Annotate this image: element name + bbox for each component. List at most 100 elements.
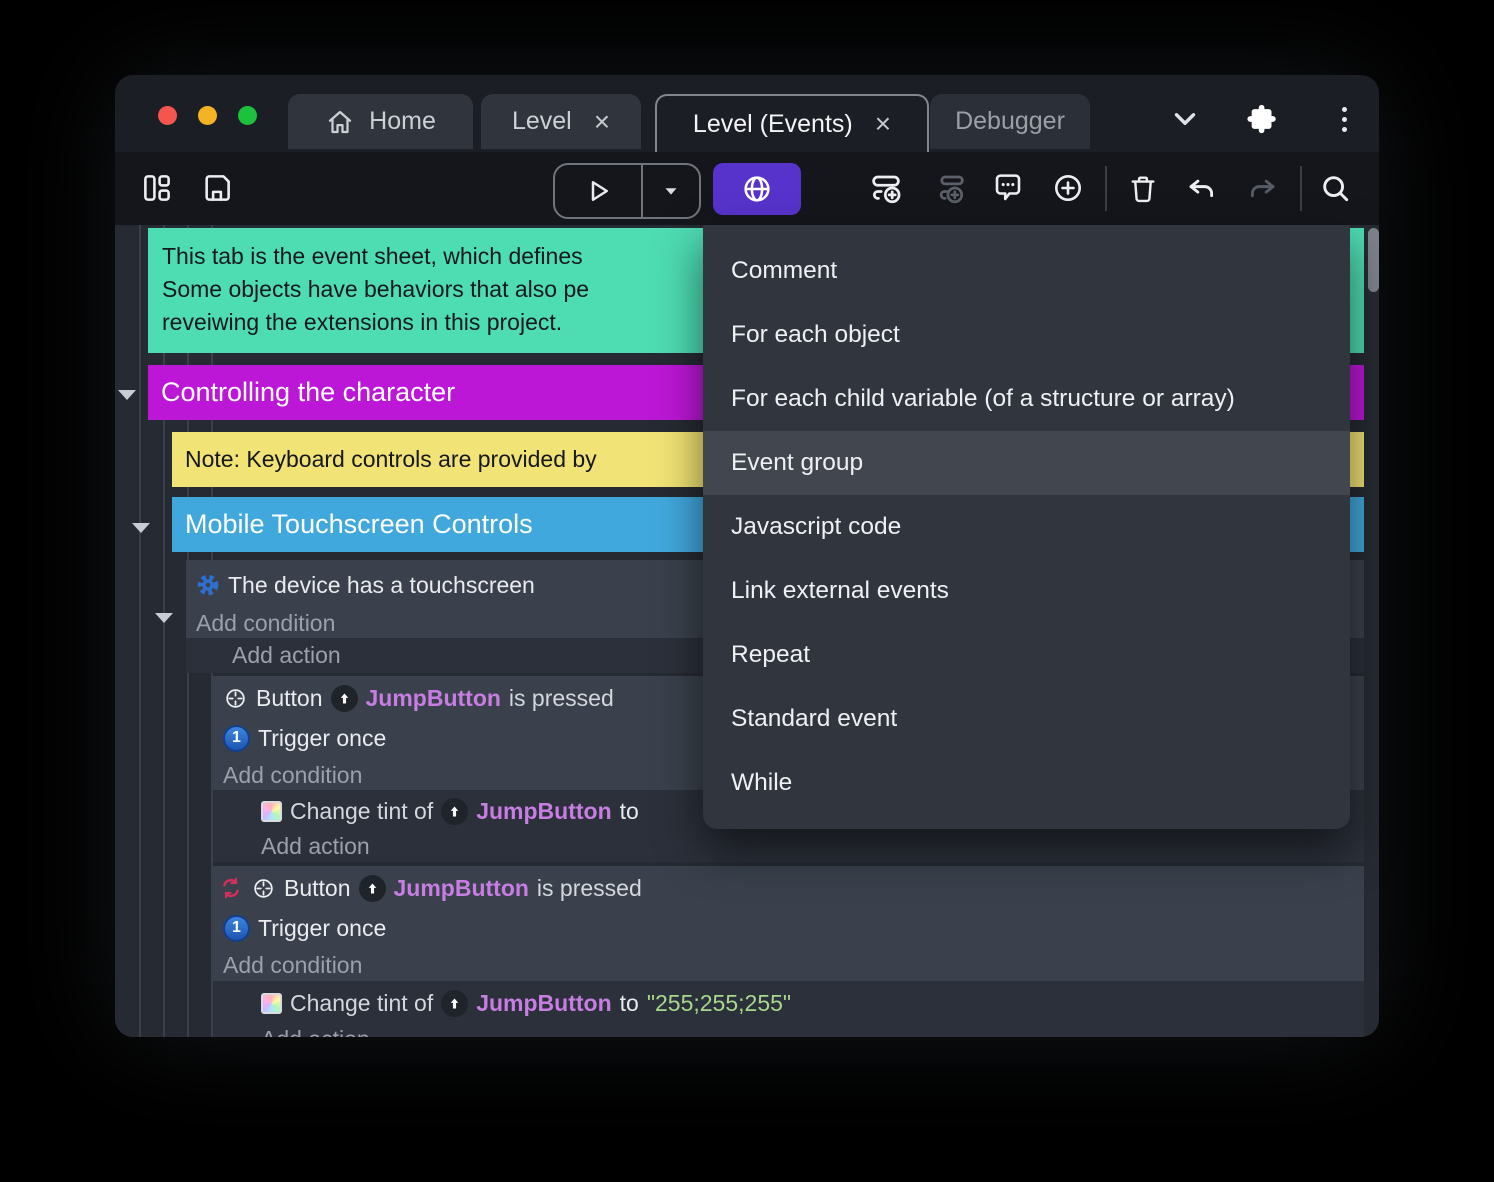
home-icon — [325, 107, 355, 137]
trigger-once-icon: 1 — [223, 724, 250, 752]
condition-row-button-pressed-inverted[interactable]: Button JumpButton is pressed — [213, 866, 1364, 908]
trash-icon — [1131, 176, 1155, 203]
group-title: Mobile Touchscreen Controls — [185, 509, 533, 539]
tab-level-events[interactable]: Level (Events) × — [655, 94, 929, 152]
close-tab-icon[interactable]: × — [875, 110, 891, 138]
object-name: JumpButton — [476, 989, 612, 1016]
dropdown-arrow-icon — [665, 188, 677, 195]
puzzle-icon — [1247, 104, 1276, 134]
play-preview-button[interactable] — [555, 165, 641, 217]
redo-icon — [1250, 179, 1275, 198]
indent-guide — [139, 225, 141, 1037]
object-thumbnail — [441, 797, 469, 825]
title-bar: Home Level × Level (Events) × Debugger — [115, 75, 1379, 152]
gamepad-button-icon — [254, 878, 273, 898]
menu-item-repeat[interactable]: Repeat — [703, 623, 1350, 687]
gear-icon — [197, 574, 219, 596]
vertical-scrollbar-thumb[interactable] — [1368, 228, 1379, 292]
event-conditions[interactable]: Button JumpButton is pressed 1 Trigger o… — [213, 866, 1364, 981]
search-button[interactable] — [1319, 172, 1352, 205]
object-name: JumpButton — [365, 684, 501, 711]
toolbar-separator — [1300, 166, 1302, 211]
up-arrow-icon — [450, 806, 459, 816]
globe-icon — [744, 176, 770, 202]
menu-item-standard-event[interactable]: Standard event — [703, 687, 1350, 751]
menu-item-for-each-child-variable[interactable]: For each child variable (of a structure … — [703, 367, 1350, 431]
condition-suffix: is pressed — [508, 684, 614, 711]
chevron-down-icon — [1174, 113, 1196, 125]
tab-debugger[interactable]: Debugger — [930, 94, 1090, 149]
toolbar-separator — [1105, 166, 1107, 211]
add-event-menu-button[interactable] — [713, 163, 801, 215]
add-comment-button[interactable] — [992, 172, 1025, 205]
gamepad-button-icon — [226, 688, 245, 708]
toolbar — [115, 152, 1379, 225]
kebab-menu-icon — [1341, 106, 1347, 132]
close-window-button[interactable] — [158, 106, 177, 125]
add-subevent-button[interactable] — [934, 172, 967, 205]
condition-suffix: is pressed — [536, 874, 642, 901]
comment-icon — [995, 174, 1021, 201]
add-button[interactable] — [1052, 172, 1085, 205]
add-action-button[interactable]: Add action — [213, 830, 1364, 862]
menu-item-javascript-code[interactable]: Javascript code — [703, 495, 1350, 559]
menu-item-for-each-object[interactable]: For each object — [703, 303, 1350, 367]
undo-button[interactable] — [1186, 172, 1219, 205]
preview-options-button[interactable] — [641, 165, 699, 217]
up-arrow-icon — [340, 693, 348, 703]
object-type: Button — [284, 874, 351, 901]
toggle-panels-button[interactable] — [142, 173, 173, 204]
minimize-window-button[interactable] — [198, 106, 217, 125]
save-button[interactable] — [202, 173, 233, 204]
condition-row-trigger-once[interactable]: 1 Trigger once — [213, 908, 1364, 948]
tab-label: Home — [369, 107, 436, 135]
up-arrow-icon — [368, 883, 376, 893]
tint-color-icon — [261, 800, 282, 822]
close-tab-icon[interactable]: × — [594, 107, 610, 136]
preview-split-button — [553, 163, 701, 219]
desktop-background: Home Level × Level (Events) × Debugger T… — [0, 0, 1494, 1182]
tab-list-dropdown-button[interactable] — [1163, 97, 1207, 141]
maximize-window-button[interactable] — [238, 106, 257, 125]
tab-level[interactable]: Level × — [481, 94, 641, 149]
undo-icon — [1189, 179, 1214, 198]
menu-item-while[interactable]: While — [703, 751, 1350, 815]
layout-icon — [144, 175, 170, 201]
trigger-once-icon: 1 — [223, 914, 250, 942]
app-window: Home Level × Level (Events) × Debugger T… — [115, 75, 1379, 1037]
menu-item-comment[interactable]: Comment — [703, 239, 1350, 303]
event-actions[interactable]: Change tint of JumpButton to "255;255;25… — [213, 981, 1364, 1037]
play-icon — [591, 181, 608, 201]
object-thumbnail — [330, 684, 358, 712]
tab-label: Level — [511, 107, 572, 135]
object-name: JumpButton — [393, 874, 529, 901]
object-thumbnail — [358, 874, 386, 902]
collapse-group-icon[interactable] — [118, 390, 136, 400]
tab-home[interactable]: Home — [288, 94, 473, 149]
redo-button[interactable] — [1246, 172, 1279, 205]
add-event-icon — [872, 175, 901, 204]
delete-button[interactable] — [1128, 173, 1159, 204]
tab-label: Level (Events) — [692, 109, 853, 138]
tint-value: "255;255;255" — [646, 989, 792, 1016]
add-event-dropdown-menu: Comment For each object For each child v… — [703, 225, 1350, 829]
add-condition-button[interactable]: Add condition — [213, 948, 1364, 983]
save-icon — [205, 175, 230, 201]
collapse-subevents-icon[interactable] — [155, 613, 173, 623]
tab-label: Debugger — [955, 107, 1065, 135]
condition-text: The device has a touchscreen — [228, 571, 535, 598]
add-event-button[interactable] — [870, 172, 903, 205]
search-icon — [1323, 176, 1349, 202]
menu-item-event-group[interactable]: Event group — [703, 431, 1350, 495]
tint-color-icon — [261, 992, 282, 1014]
plus-circle-icon — [1055, 175, 1081, 201]
collapse-group-icon[interactable] — [132, 523, 150, 533]
action-row-change-tint[interactable]: Change tint of JumpButton to "255;255;25… — [213, 981, 1364, 1023]
add-action-button[interactable]: Add action — [213, 1023, 1364, 1038]
menu-item-link-external-events[interactable]: Link external events — [703, 559, 1350, 623]
group-title: Controlling the character — [161, 377, 456, 407]
object-name: JumpButton — [476, 797, 612, 824]
extensions-button[interactable] — [1241, 97, 1285, 141]
invert-condition-icon — [223, 877, 239, 899]
window-menu-button[interactable] — [1322, 97, 1366, 141]
